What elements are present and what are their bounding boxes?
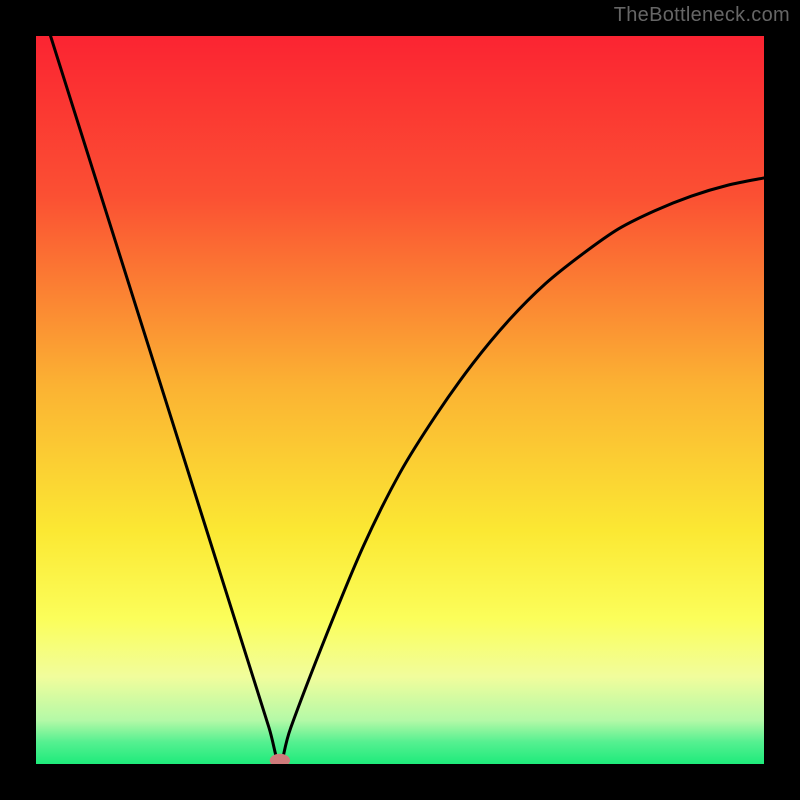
chart-plot-area	[36, 36, 764, 764]
watermark-text: TheBottleneck.com	[614, 4, 790, 27]
gradient-background	[36, 36, 764, 764]
bottleneck-chart	[36, 36, 764, 764]
